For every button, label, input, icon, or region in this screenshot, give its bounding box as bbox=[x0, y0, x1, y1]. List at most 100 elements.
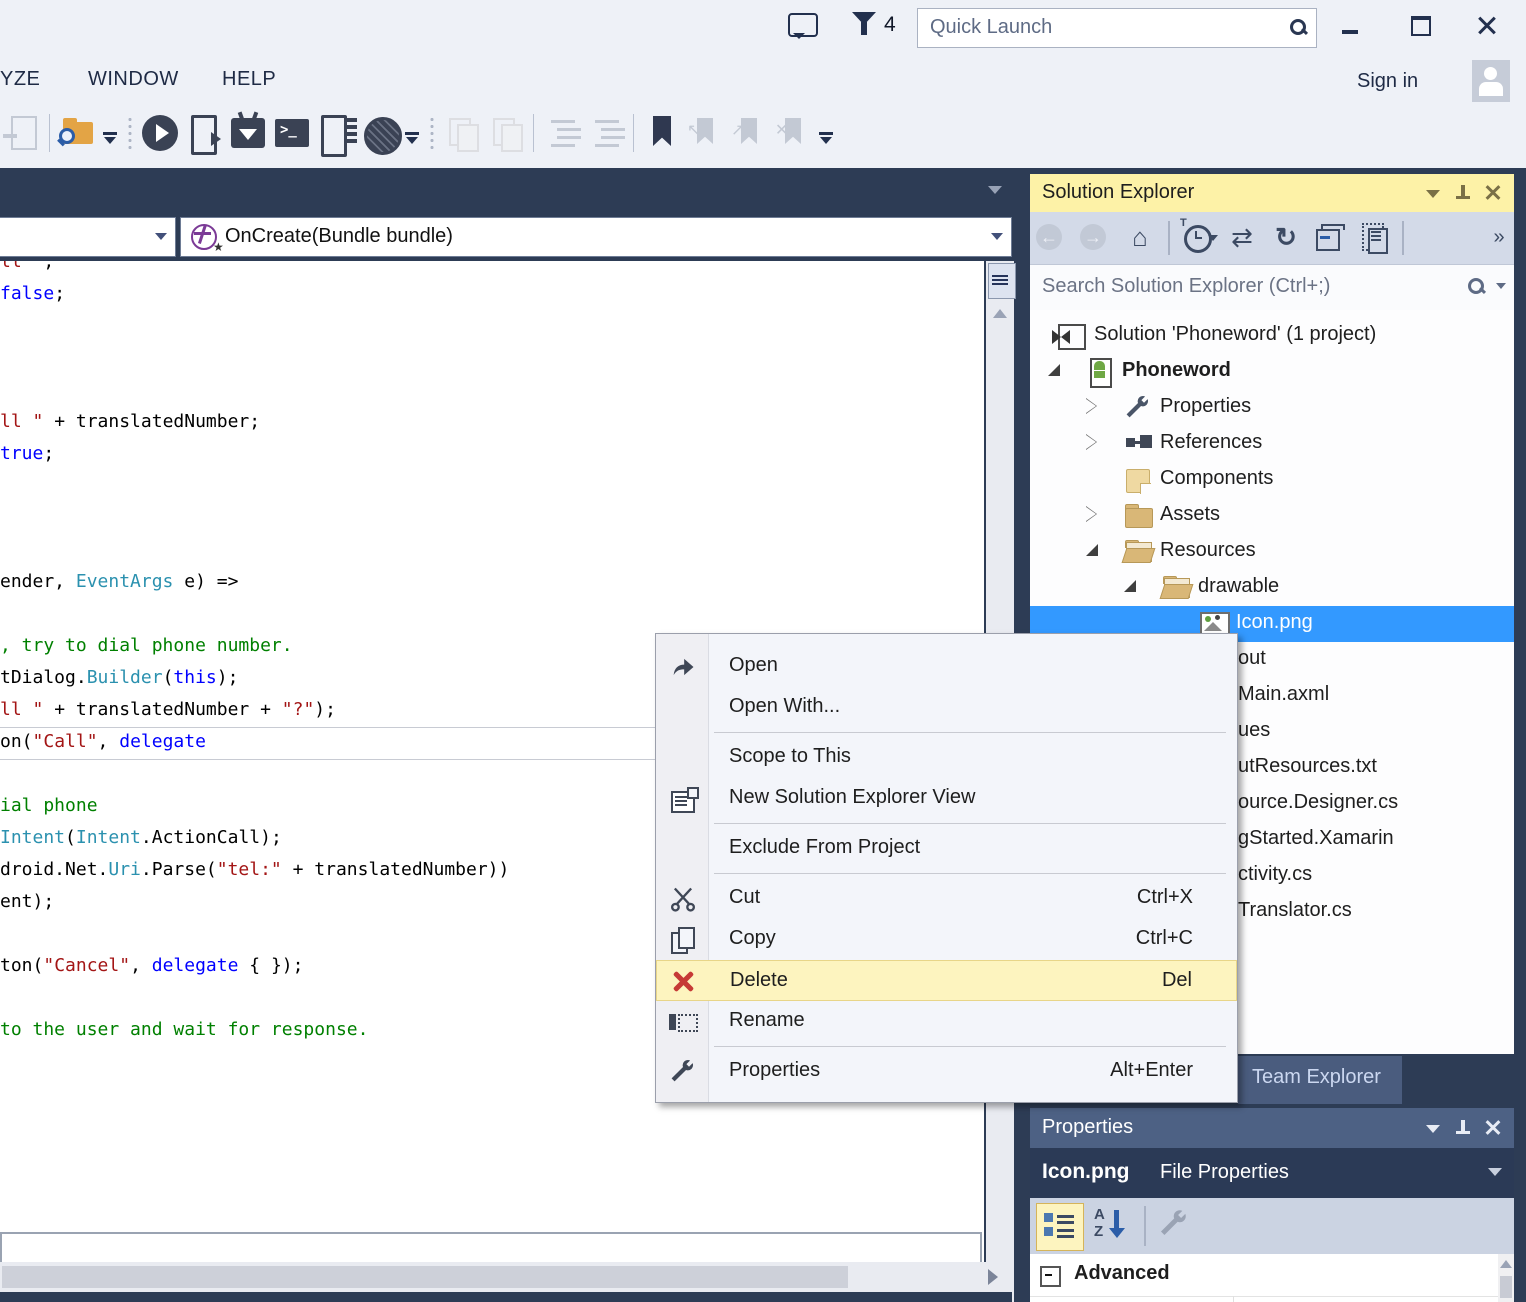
outdent-disabled-icon[interactable] bbox=[585, 110, 627, 156]
collapse-all-icon[interactable] bbox=[1308, 215, 1352, 261]
home-icon[interactable]: ⌂ bbox=[1118, 215, 1162, 261]
solution-explorer-title-bar[interactable]: Solution Explorer bbox=[1030, 174, 1514, 212]
properties-object-combo[interactable]: Icon.png File Properties bbox=[1030, 1148, 1514, 1198]
android-install-icon[interactable] bbox=[227, 110, 269, 156]
horizontal-scroll-thumb[interactable] bbox=[2, 1266, 848, 1288]
scroll-up-arrow-icon[interactable] bbox=[993, 309, 1007, 318]
maximize-button[interactable] bbox=[1402, 10, 1442, 44]
window-position-chevron-icon[interactable] bbox=[1426, 190, 1440, 198]
feedback-icon[interactable] bbox=[788, 13, 818, 37]
minimize-button[interactable] bbox=[1332, 10, 1372, 44]
menu-item-cut[interactable]: CutCtrl+X bbox=[656, 878, 1237, 919]
notification-count: 4 bbox=[884, 13, 896, 37]
menu-item-exclude-from-project[interactable]: Exclude From Project bbox=[656, 828, 1237, 869]
scroll-up-arrow-icon[interactable] bbox=[1500, 1260, 1512, 1268]
tree-item-label-partial: out bbox=[1238, 647, 1266, 670]
tree-item-properties[interactable]: Properties bbox=[1030, 390, 1514, 426]
advanced-section-collapse-icon[interactable] bbox=[1040, 1266, 1061, 1287]
toolbar-grip[interactable] bbox=[425, 110, 439, 156]
tree-item-drawable[interactable]: drawable bbox=[1030, 570, 1514, 606]
deploy-device-icon[interactable] bbox=[183, 110, 225, 156]
scroll-right-arrow-icon[interactable] bbox=[988, 1269, 998, 1285]
import-disabled-icon[interactable] bbox=[1, 110, 43, 156]
indent-disabled-icon[interactable] bbox=[541, 110, 583, 156]
menu-item-copy[interactable]: CopyCtrl+C bbox=[656, 919, 1237, 960]
refresh-icon[interactable]: ↻ bbox=[1264, 215, 1308, 261]
tree-item-resources[interactable]: Resources bbox=[1030, 534, 1514, 570]
show-all-files-icon[interactable] bbox=[1352, 215, 1396, 261]
copy-disabled-icon[interactable] bbox=[441, 110, 483, 156]
menu-item-rename[interactable]: Rename bbox=[656, 1001, 1237, 1042]
search-options-chevron-icon[interactable] bbox=[1496, 283, 1506, 289]
tree-item-phoneword[interactable]: Phoneword bbox=[1030, 354, 1514, 390]
close-panel-icon[interactable] bbox=[1484, 184, 1502, 202]
menu-help[interactable]: HELP bbox=[222, 68, 276, 91]
tree-item-references[interactable]: References bbox=[1030, 426, 1514, 462]
pending-changes-filter-icon[interactable]: T bbox=[1176, 215, 1220, 261]
expander-closed-icon[interactable] bbox=[1086, 506, 1097, 522]
bookmark-next-disabled-icon[interactable]: ↗ bbox=[729, 110, 771, 156]
expander-closed-icon[interactable] bbox=[1086, 434, 1097, 450]
window-position-chevron-icon[interactable] bbox=[1426, 1125, 1440, 1133]
panel-title: Properties bbox=[1042, 1116, 1133, 1139]
combo-chevron-icon[interactable] bbox=[1488, 1168, 1502, 1176]
tab-team-explorer[interactable]: Team Explorer bbox=[1238, 1056, 1402, 1104]
split-editor-handle[interactable] bbox=[988, 263, 1016, 299]
editor-horizontal-scrollbar[interactable] bbox=[0, 1262, 1012, 1292]
terminal-icon[interactable]: >_ bbox=[271, 110, 313, 156]
notifications-filter-icon[interactable] bbox=[852, 12, 876, 36]
menu-analyze-partial[interactable]: YZE bbox=[0, 68, 40, 91]
menu-item-open[interactable]: Open bbox=[656, 646, 1237, 687]
user-avatar-icon[interactable] bbox=[1472, 60, 1510, 102]
expander-open-icon[interactable] bbox=[1124, 580, 1136, 592]
run-icon[interactable] bbox=[139, 110, 181, 156]
menu-item-label: Properties bbox=[729, 1059, 820, 1082]
menu-item-open-with-[interactable]: Open With... bbox=[656, 687, 1237, 728]
alphabetical-sort-button[interactable]: AZ bbox=[1090, 1206, 1134, 1248]
main-toolbar: >_ ↖↗✕ bbox=[0, 106, 1526, 168]
tree-item-label-partial: ctivity.cs bbox=[1238, 863, 1312, 886]
categorized-view-button[interactable] bbox=[1036, 1203, 1084, 1251]
scroll-thumb[interactable] bbox=[1500, 1276, 1512, 1298]
tree-item-components[interactable]: Components bbox=[1030, 462, 1514, 498]
toolbar-options-chevron-icon[interactable] bbox=[817, 110, 837, 156]
menu-item-properties[interactable]: PropertiesAlt+Enter bbox=[656, 1051, 1237, 1092]
paste-disabled-icon[interactable] bbox=[485, 110, 527, 156]
type-combo[interactable] bbox=[0, 217, 176, 257]
bookmark-clear-disabled-icon[interactable]: ✕ bbox=[773, 110, 815, 156]
tree-item-assets[interactable]: Assets bbox=[1030, 498, 1514, 534]
properties-title-bar[interactable]: Properties bbox=[1030, 1108, 1514, 1148]
menu-item-delete[interactable]: DeleteDel bbox=[656, 960, 1237, 1001]
member-combo[interactable]: ★ OnCreate(Bundle bundle) bbox=[180, 217, 1012, 257]
toolbar-options-chevron-icon[interactable] bbox=[403, 110, 423, 156]
menu-item-label: Rename bbox=[729, 1009, 805, 1032]
find-in-folder-icon[interactable] bbox=[57, 110, 99, 156]
tree-item-solution-phoneword-1-project-[interactable]: Solution 'Phoneword' (1 project) bbox=[1030, 318, 1514, 354]
profiler-mesh-icon[interactable] bbox=[359, 110, 401, 156]
toolbar-options-chevron-icon[interactable] bbox=[101, 110, 121, 156]
menu-item-scope-to-this[interactable]: Scope to This bbox=[656, 737, 1237, 778]
menu-window[interactable]: WINDOW bbox=[88, 68, 179, 91]
close-button[interactable] bbox=[1468, 10, 1508, 44]
device-log-icon[interactable] bbox=[315, 110, 357, 156]
sync-selection-icon[interactable]: ⇄ bbox=[1220, 215, 1264, 261]
toolbar-overflow-icon[interactable]: » bbox=[1484, 215, 1514, 261]
pin-icon[interactable] bbox=[1454, 183, 1472, 203]
tree-item-label-partial: ues bbox=[1238, 719, 1270, 742]
expander-open-icon[interactable] bbox=[1048, 364, 1060, 376]
menu-item-new-solution-explorer-view[interactable]: New Solution Explorer View bbox=[656, 778, 1237, 819]
bookmark-prev-disabled-icon[interactable]: ↖ bbox=[685, 110, 727, 156]
solution-explorer-search[interactable]: Search Solution Explorer (Ctrl+;) bbox=[1030, 264, 1514, 311]
properties-scrollbar[interactable] bbox=[1498, 1254, 1514, 1302]
expander-open-icon[interactable] bbox=[1086, 544, 1098, 556]
toolbar-grip[interactable] bbox=[123, 110, 137, 156]
expander-closed-icon[interactable] bbox=[1086, 398, 1097, 414]
sign-in-link[interactable]: Sign in bbox=[1357, 70, 1418, 93]
menu-bar: YZE WINDOW HELP Sign in bbox=[0, 56, 1526, 106]
quick-launch-input[interactable]: Quick Launch bbox=[917, 8, 1317, 48]
property-pages-button[interactable] bbox=[1158, 1208, 1194, 1244]
bookmark-icon[interactable] bbox=[641, 110, 683, 156]
close-panel-icon[interactable] bbox=[1484, 1119, 1502, 1137]
document-list-chevron-icon[interactable] bbox=[988, 186, 1002, 194]
pin-icon[interactable] bbox=[1454, 1118, 1472, 1138]
